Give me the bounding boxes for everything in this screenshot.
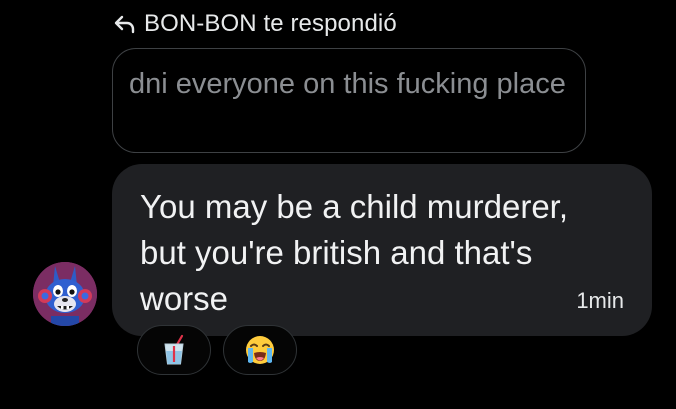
bonnie-avatar-icon <box>33 262 97 326</box>
message-text: You may be a child murderer, but you're … <box>140 188 569 317</box>
message-timestamp: 1min <box>576 288 624 313</box>
reply-header: BON-BON te respondió <box>114 9 397 39</box>
reactions-row <box>137 325 297 375</box>
loudly-crying-face-emoji-icon <box>246 336 274 364</box>
avatar[interactable] <box>33 262 97 326</box>
reply-header-text: BON-BON te respondió <box>144 10 397 37</box>
message-bubble[interactable]: You may be a child murderer, but you're … <box>112 164 652 336</box>
quoted-message[interactable]: dni everyone on this fucking place <box>112 48 586 153</box>
reaction-crying-face[interactable] <box>223 325 297 375</box>
cup-with-straw-emoji-icon <box>164 334 184 365</box>
reaction-cup[interactable] <box>137 325 211 375</box>
reply-arrow-icon <box>114 13 136 35</box>
quoted-message-text: dni everyone on this fucking place <box>129 68 566 100</box>
